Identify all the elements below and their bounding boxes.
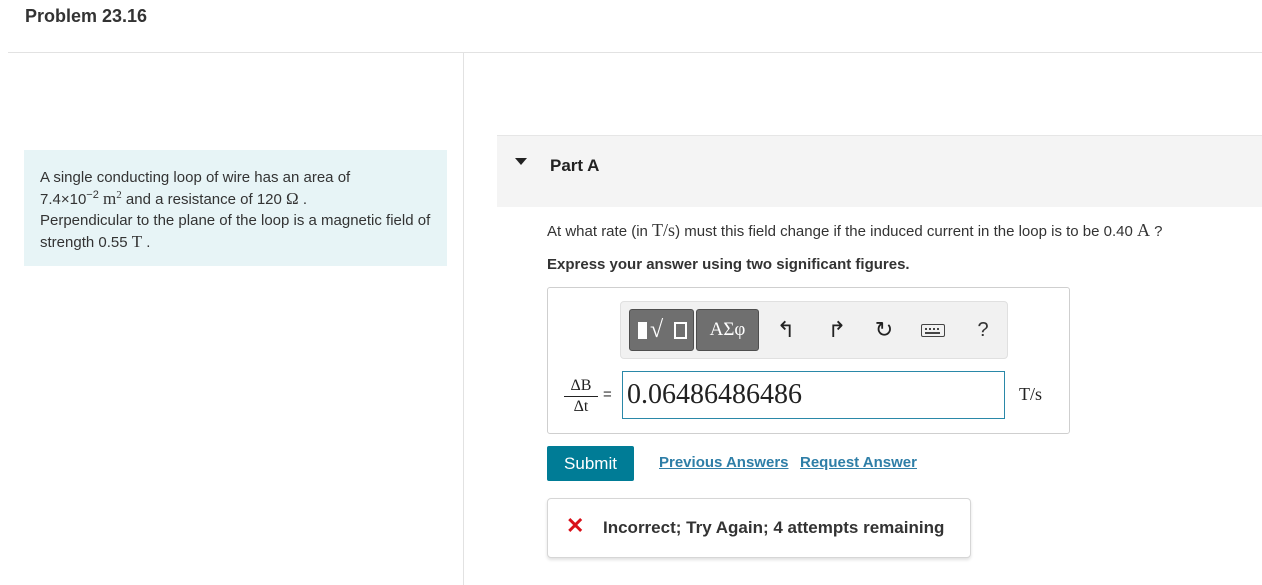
math-toolbar: √ ΑΣφ ↰ ↱ ↻ ? <box>620 301 1008 359</box>
caret-down-icon[interactable] <box>515 158 527 165</box>
area-value: 7.4×10 <box>40 191 87 208</box>
answer-input[interactable]: 0.06486486486 <box>622 371 1005 419</box>
question-unit: T/s <box>652 220 676 240</box>
keyboard-shape <box>921 324 945 337</box>
question-text: At what rate (in T/s) must this field ch… <box>547 220 1163 241</box>
answer-instruction: Express your answer using two significan… <box>547 256 910 273</box>
answer-box: √ ΑΣφ ↰ ↱ ↻ ? ΔB Δt = 0.06486486486 T/s <box>547 287 1070 434</box>
help-icon[interactable]: ? <box>970 316 996 344</box>
question-mid: ) must this field change if the induced … <box>675 223 1138 240</box>
lhs-fraction: ΔB Δt <box>564 376 598 417</box>
reset-icon[interactable]: ↻ <box>871 316 897 344</box>
column-divider <box>463 53 464 585</box>
ohm-symbol: Ω <box>286 189 299 208</box>
feedback-panel: ✕ Incorrect; Try Again; 4 attempts remai… <box>547 498 971 558</box>
keyboard-icon[interactable] <box>919 316 945 344</box>
redo-icon[interactable]: ↱ <box>824 316 850 344</box>
header-divider <box>8 52 1262 53</box>
sqrt-icon: √ <box>650 317 664 343</box>
lhs-denominator: Δt <box>573 398 589 415</box>
equals-sign: = <box>603 386 612 403</box>
problem-text-1: A single conducting loop of wire has an … <box>40 169 351 186</box>
tesla-symbol: T <box>131 232 143 251</box>
part-title: Part A <box>550 156 600 175</box>
template-square-icon <box>638 322 647 339</box>
greek-symbols-button[interactable]: ΑΣφ <box>696 309 759 351</box>
undo-icon[interactable]: ↰ <box>773 316 799 344</box>
feedback-message: Incorrect; Try Again; 4 attempts remaini… <box>603 518 945 537</box>
problem-text-3: Perpendicular to the plane of the loop i… <box>40 212 431 251</box>
part-a-header[interactable]: Part A <box>497 135 1262 207</box>
request-answer-link[interactable]: Request Answer <box>800 454 917 471</box>
problem-text-2: and a resistance of 120 <box>121 191 287 208</box>
question-pre: At what rate (in <box>547 223 653 240</box>
templates-button[interactable]: √ <box>629 309 694 351</box>
answer-units: T/s <box>1019 384 1043 404</box>
area-unit: m <box>103 189 117 208</box>
previous-answers-link[interactable]: Previous Answers <box>659 454 789 471</box>
question-amp: A <box>1137 220 1151 240</box>
area-exponent: −2 <box>86 189 99 201</box>
incorrect-x-icon: ✕ <box>566 513 585 538</box>
submit-button[interactable]: Submit <box>547 446 634 481</box>
page-title: Problem 23.16 <box>25 6 148 26</box>
lhs-numerator: ΔB <box>564 376 598 397</box>
problem-statement: A single conducting loop of wire has an … <box>24 150 447 266</box>
template-box-icon <box>674 322 687 339</box>
question-post: ? <box>1150 223 1163 240</box>
